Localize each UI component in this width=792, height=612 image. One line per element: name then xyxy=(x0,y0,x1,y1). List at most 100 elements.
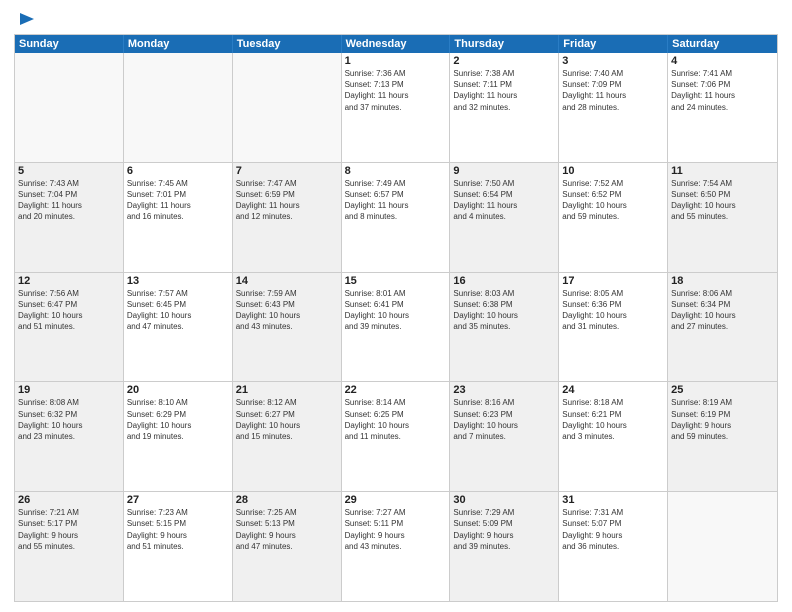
calendar-cell: 30Sunrise: 7:29 AMSunset: 5:09 PMDayligh… xyxy=(450,492,559,601)
day-number: 2 xyxy=(453,55,555,67)
calendar-cell: 10Sunrise: 7:52 AMSunset: 6:52 PMDayligh… xyxy=(559,163,668,272)
day-info: Daylight: 10 hours xyxy=(345,420,447,431)
day-info: Sunset: 5:15 PM xyxy=(127,518,229,529)
week-row-2: 5Sunrise: 7:43 AMSunset: 7:04 PMDaylight… xyxy=(15,163,777,273)
day-info: Daylight: 9 hours xyxy=(453,530,555,541)
day-number: 12 xyxy=(18,275,120,287)
day-info: Sunset: 7:13 PM xyxy=(345,79,447,90)
day-info: Daylight: 11 hours xyxy=(453,90,555,101)
day-number: 10 xyxy=(562,165,664,177)
day-info: and 59 minutes. xyxy=(671,431,774,442)
day-info: Sunset: 5:11 PM xyxy=(345,518,447,529)
day-number: 31 xyxy=(562,494,664,506)
day-info: Sunset: 5:13 PM xyxy=(236,518,338,529)
day-info: Sunset: 6:54 PM xyxy=(453,189,555,200)
day-info: Sunrise: 7:43 AM xyxy=(18,178,120,189)
day-info: and 20 minutes. xyxy=(18,211,120,222)
day-number: 1 xyxy=(345,55,447,67)
calendar: SundayMondayTuesdayWednesdayThursdayFrid… xyxy=(14,34,778,602)
day-info: and 12 minutes. xyxy=(236,211,338,222)
day-info: and 28 minutes. xyxy=(562,102,664,113)
day-info: Sunset: 7:06 PM xyxy=(671,79,774,90)
day-info: Sunrise: 7:50 AM xyxy=(453,178,555,189)
col-header-sunday: Sunday xyxy=(15,35,124,53)
calendar-cell: 21Sunrise: 8:12 AMSunset: 6:27 PMDayligh… xyxy=(233,382,342,491)
calendar-cell: 15Sunrise: 8:01 AMSunset: 6:41 PMDayligh… xyxy=(342,273,451,382)
day-info: and 16 minutes. xyxy=(127,211,229,222)
day-info: and 51 minutes. xyxy=(127,541,229,552)
day-info: and 7 minutes. xyxy=(453,431,555,442)
col-header-tuesday: Tuesday xyxy=(233,35,342,53)
calendar-cell xyxy=(15,53,124,162)
col-header-thursday: Thursday xyxy=(450,35,559,53)
day-info: Sunrise: 7:31 AM xyxy=(562,507,664,518)
day-number: 9 xyxy=(453,165,555,177)
day-info: Daylight: 9 hours xyxy=(671,420,774,431)
calendar-cell: 6Sunrise: 7:45 AMSunset: 7:01 PMDaylight… xyxy=(124,163,233,272)
day-info: Sunrise: 7:57 AM xyxy=(127,288,229,299)
calendar-cell: 8Sunrise: 7:49 AMSunset: 6:57 PMDaylight… xyxy=(342,163,451,272)
day-number: 28 xyxy=(236,494,338,506)
day-info: Sunrise: 8:05 AM xyxy=(562,288,664,299)
day-info: Sunrise: 7:52 AM xyxy=(562,178,664,189)
day-info: and 24 minutes. xyxy=(671,102,774,113)
day-info: Sunrise: 8:12 AM xyxy=(236,397,338,408)
calendar-cell: 18Sunrise: 8:06 AMSunset: 6:34 PMDayligh… xyxy=(668,273,777,382)
day-info: Sunrise: 7:54 AM xyxy=(671,178,774,189)
day-info: and 36 minutes. xyxy=(562,541,664,552)
day-info: and 3 minutes. xyxy=(562,431,664,442)
day-info: Sunrise: 7:40 AM xyxy=(562,68,664,79)
calendar-body: 1Sunrise: 7:36 AMSunset: 7:13 PMDaylight… xyxy=(15,53,777,601)
day-info: Daylight: 10 hours xyxy=(671,200,774,211)
day-info: Sunset: 6:38 PM xyxy=(453,299,555,310)
calendar-cell: 22Sunrise: 8:14 AMSunset: 6:25 PMDayligh… xyxy=(342,382,451,491)
calendar-cell: 25Sunrise: 8:19 AMSunset: 6:19 PMDayligh… xyxy=(668,382,777,491)
day-info: Sunset: 6:43 PM xyxy=(236,299,338,310)
day-info: Daylight: 10 hours xyxy=(562,310,664,321)
day-info: Daylight: 10 hours xyxy=(127,310,229,321)
week-row-4: 19Sunrise: 8:08 AMSunset: 6:32 PMDayligh… xyxy=(15,382,777,492)
calendar-cell xyxy=(668,492,777,601)
day-info: and 47 minutes. xyxy=(127,321,229,332)
day-info: Sunrise: 7:29 AM xyxy=(453,507,555,518)
day-info: Sunset: 6:57 PM xyxy=(345,189,447,200)
day-info: and 4 minutes. xyxy=(453,211,555,222)
calendar-cell: 14Sunrise: 7:59 AMSunset: 6:43 PMDayligh… xyxy=(233,273,342,382)
day-info: Sunset: 5:17 PM xyxy=(18,518,120,529)
day-info: Sunset: 5:07 PM xyxy=(562,518,664,529)
day-info: Daylight: 11 hours xyxy=(453,200,555,211)
day-number: 4 xyxy=(671,55,774,67)
page: SundayMondayTuesdayWednesdayThursdayFrid… xyxy=(0,0,792,612)
day-info: Daylight: 10 hours xyxy=(236,420,338,431)
day-info: and 59 minutes. xyxy=(562,211,664,222)
day-info: and 35 minutes. xyxy=(453,321,555,332)
day-info: Daylight: 10 hours xyxy=(18,310,120,321)
day-info: Sunrise: 8:10 AM xyxy=(127,397,229,408)
day-number: 13 xyxy=(127,275,229,287)
day-info: Sunset: 6:27 PM xyxy=(236,409,338,420)
day-number: 11 xyxy=(671,165,774,177)
calendar-cell: 4Sunrise: 7:41 AMSunset: 7:06 PMDaylight… xyxy=(668,53,777,162)
calendar-cell: 1Sunrise: 7:36 AMSunset: 7:13 PMDaylight… xyxy=(342,53,451,162)
calendar-cell: 5Sunrise: 7:43 AMSunset: 7:04 PMDaylight… xyxy=(15,163,124,272)
day-info: Sunset: 6:25 PM xyxy=(345,409,447,420)
day-info: Sunrise: 8:06 AM xyxy=(671,288,774,299)
day-number: 29 xyxy=(345,494,447,506)
calendar-cell: 29Sunrise: 7:27 AMSunset: 5:11 PMDayligh… xyxy=(342,492,451,601)
day-info: Daylight: 10 hours xyxy=(453,310,555,321)
day-number: 6 xyxy=(127,165,229,177)
day-number: 14 xyxy=(236,275,338,287)
day-info: Sunrise: 7:59 AM xyxy=(236,288,338,299)
day-number: 17 xyxy=(562,275,664,287)
day-info: Sunset: 7:11 PM xyxy=(453,79,555,90)
day-info: and 43 minutes. xyxy=(345,541,447,552)
day-number: 24 xyxy=(562,384,664,396)
calendar-cell: 23Sunrise: 8:16 AMSunset: 6:23 PMDayligh… xyxy=(450,382,559,491)
day-info: Sunrise: 8:03 AM xyxy=(453,288,555,299)
day-info: and 37 minutes. xyxy=(345,102,447,113)
day-info: Daylight: 9 hours xyxy=(127,530,229,541)
day-info: Sunset: 6:36 PM xyxy=(562,299,664,310)
calendar-cell: 11Sunrise: 7:54 AMSunset: 6:50 PMDayligh… xyxy=(668,163,777,272)
day-info: and 19 minutes. xyxy=(127,431,229,442)
day-number: 19 xyxy=(18,384,120,396)
